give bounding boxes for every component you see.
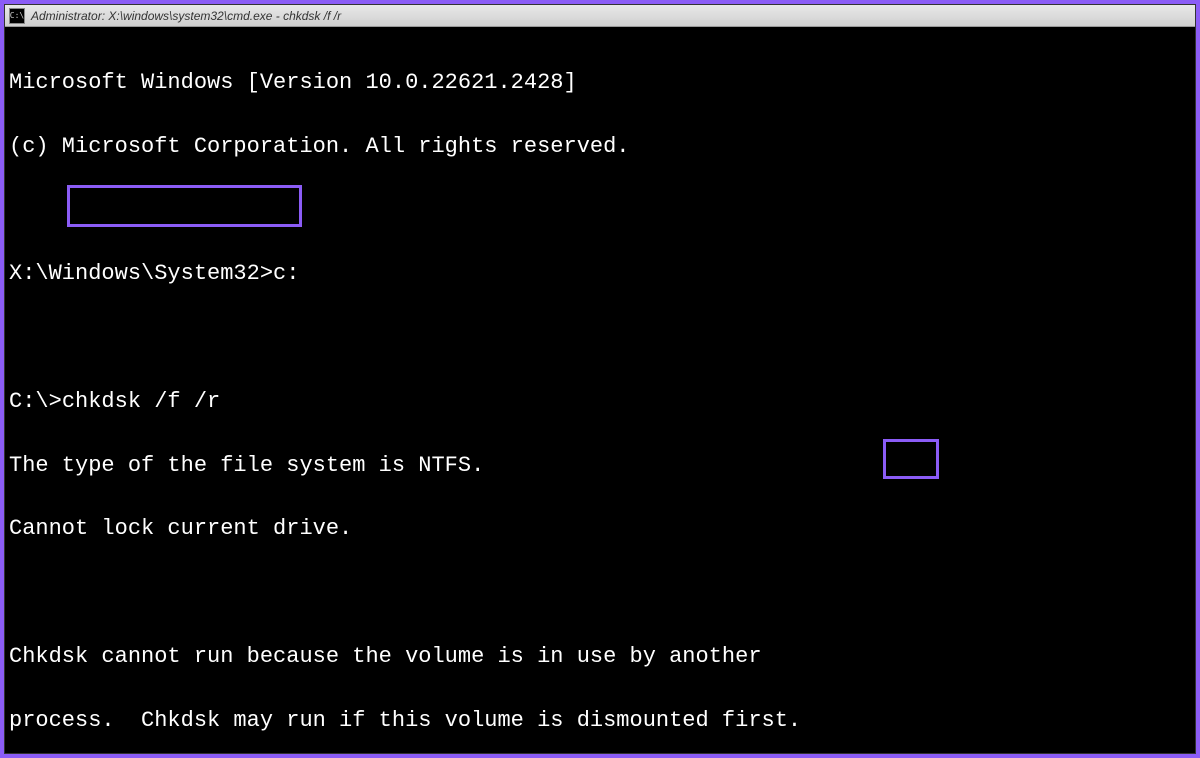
terminal-line: X:\Windows\System32>c: [9, 258, 1191, 290]
terminal-line [9, 194, 1191, 226]
terminal-line: The type of the file system is NTFS. [9, 450, 1191, 482]
terminal-line [9, 577, 1191, 609]
window-title: Administrator: X:\windows\system32\cmd.e… [31, 9, 341, 23]
terminal-line: Cannot lock current drive. [9, 513, 1191, 545]
highlighted-command: chkdsk /f /r [62, 389, 220, 414]
terminal-line: (c) Microsoft Corporation. All rights re… [9, 131, 1191, 163]
terminal-line: process. Chkdsk may run if this volume i… [9, 705, 1191, 737]
window-titlebar[interactable]: C:\ Administrator: X:\windows\system32\c… [5, 5, 1195, 27]
terminal-line: Microsoft Windows [Version 10.0.22621.24… [9, 67, 1191, 99]
cmd-icon: C:\ [9, 8, 25, 24]
cmd-window: C:\ Administrator: X:\windows\system32\c… [4, 4, 1196, 754]
terminal-line [9, 322, 1191, 354]
terminal-output[interactable]: Microsoft Windows [Version 10.0.22621.24… [5, 27, 1195, 753]
terminal-line: Chkdsk cannot run because the volume is … [9, 641, 1191, 673]
terminal-line: C:\>chkdsk /f /r [9, 386, 1191, 418]
